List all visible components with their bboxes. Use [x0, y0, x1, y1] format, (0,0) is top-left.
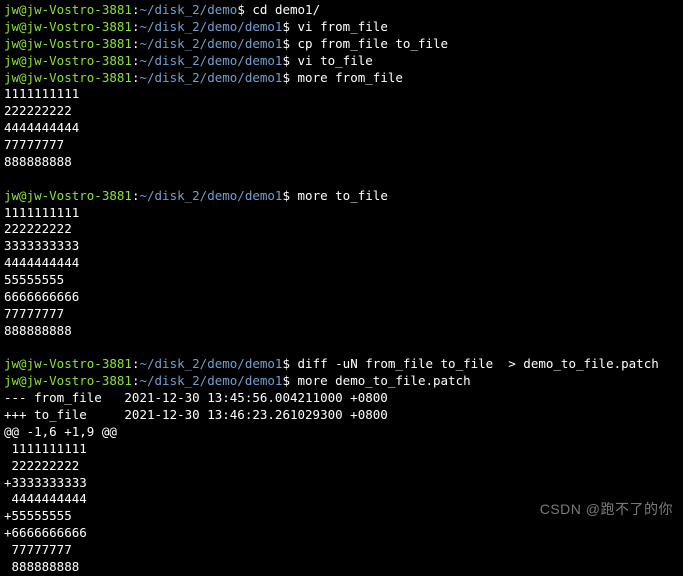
- prompt-line: jw@jw-Vostro-3881:~/disk_2/demo/demo1$ c…: [4, 36, 679, 53]
- command-more-from: more from_file: [298, 70, 403, 85]
- prompt-line: jw@jw-Vostro-3881:~/disk_2/demo$ cd demo…: [4, 2, 679, 19]
- terminal[interactable]: jw@jw-Vostro-3881:~/disk_2/demo$ cd demo…: [4, 2, 679, 576]
- output-line: 77777777: [4, 306, 679, 323]
- patch-line: 77777777: [4, 542, 679, 559]
- prompt-path: ~/disk_2/demo/demo1: [139, 19, 282, 34]
- prompt-line: jw@jw-Vostro-3881:~/disk_2/demo/demo1$ d…: [4, 356, 679, 373]
- output-line: 77777777: [4, 137, 679, 154]
- patch-line: 888888888: [4, 559, 679, 576]
- prompt-line: jw@jw-Vostro-3881:~/disk_2/demo/demo1$ m…: [4, 70, 679, 87]
- command-vi-from: vi from_file: [298, 19, 388, 34]
- watermark: CSDN @跑不了的你: [540, 500, 673, 519]
- command-cp: cp from_file to_file: [298, 36, 449, 51]
- prompt-user: jw@jw-Vostro-3881: [4, 19, 132, 34]
- output-line: 4444444444: [4, 120, 679, 137]
- prompt-line: jw@jw-Vostro-3881:~/disk_2/demo/demo1$ m…: [4, 188, 679, 205]
- patch-line: @@ -1,6 +1,9 @@: [4, 424, 679, 441]
- prompt-line: jw@jw-Vostro-3881:~/disk_2/demo/demo1$ v…: [4, 53, 679, 70]
- prompt-user: jw@jw-Vostro-3881: [4, 2, 132, 17]
- patch-line: 1111111111: [4, 441, 679, 458]
- prompt-dollar: $: [237, 2, 252, 17]
- output-line: 3333333333: [4, 238, 679, 255]
- command-vi-to: vi to_file: [298, 53, 373, 68]
- output-line: 222222222: [4, 103, 679, 120]
- blank-line: [4, 340, 679, 357]
- patch-line: +++ to_file 2021-12-30 13:46:23.26102930…: [4, 407, 679, 424]
- patch-line: +3333333333: [4, 475, 679, 492]
- output-line: 1111111111: [4, 86, 679, 103]
- patch-line: --- from_file 2021-12-30 13:45:56.004211…: [4, 390, 679, 407]
- output-line: 55555555: [4, 272, 679, 289]
- output-line: 888888888: [4, 323, 679, 340]
- blank-line: [4, 171, 679, 188]
- command-more-patch: more demo_to_file.patch: [298, 373, 471, 388]
- patch-line: 222222222: [4, 458, 679, 475]
- output-line: 4444444444: [4, 255, 679, 272]
- output-line: 888888888: [4, 154, 679, 171]
- output-line: 1111111111: [4, 205, 679, 222]
- prompt-line: jw@jw-Vostro-3881:~/disk_2/demo/demo1$ v…: [4, 19, 679, 36]
- prompt-line: jw@jw-Vostro-3881:~/disk_2/demo/demo1$ m…: [4, 373, 679, 390]
- output-line: 222222222: [4, 221, 679, 238]
- command-diff: diff -uN from_file to_file > demo_to_fil…: [298, 356, 659, 371]
- command-more-to: more to_file: [298, 188, 388, 203]
- prompt-path: ~/disk_2/demo: [139, 2, 237, 17]
- command-cd: cd demo1/: [252, 2, 320, 17]
- patch-line: +6666666666: [4, 525, 679, 542]
- output-line: 6666666666: [4, 289, 679, 306]
